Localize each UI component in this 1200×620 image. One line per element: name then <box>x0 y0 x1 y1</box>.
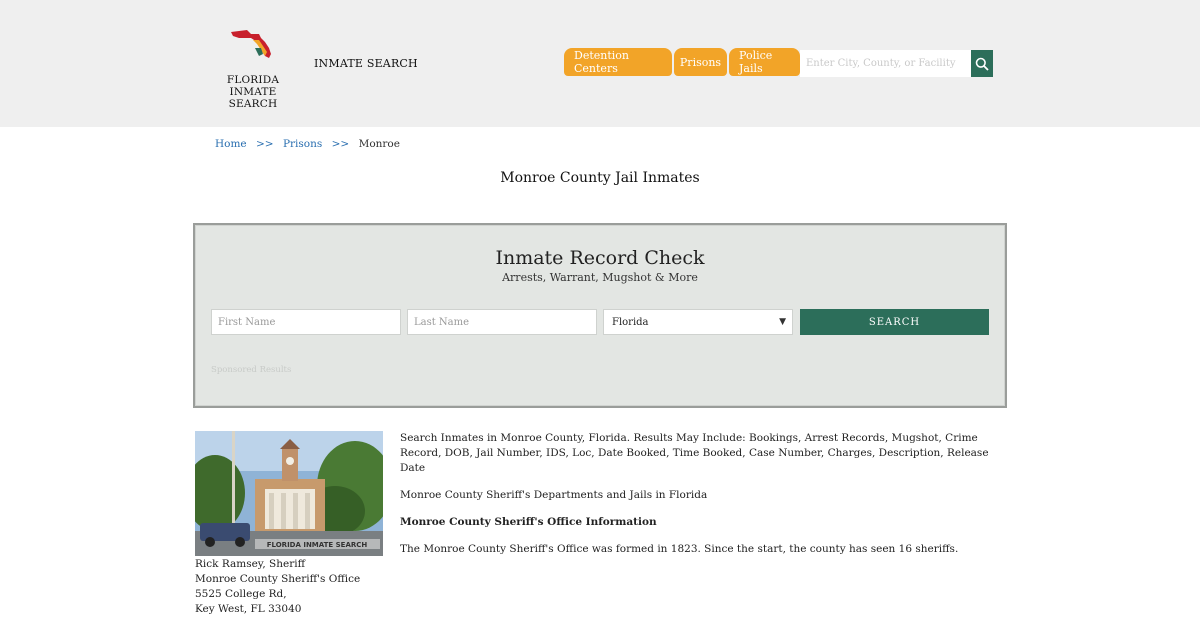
office-street: 5525 College Rd, <box>195 588 287 600</box>
last-name-field[interactable] <box>407 309 597 335</box>
record-search-button[interactable]: SEARCH <box>800 309 989 335</box>
logo-line1: FLORIDA <box>226 74 280 86</box>
nav-detention-centers[interactable]: Detention Centers <box>564 48 672 76</box>
site-title[interactable]: INMATE SEARCH <box>314 57 418 70</box>
departments-paragraph: Monroe County Sheriff's Departments and … <box>400 489 708 501</box>
history-paragraph: The Monroe County Sheriff's Office was f… <box>400 543 959 555</box>
main-nav: Detention Centers Prisons Police Jails <box>564 48 800 76</box>
site-header: FLORIDA INMATE SEARCH INMATE SEARCH Dete… <box>0 0 1200 127</box>
panel-subtitle: Arrests, Warrant, Mugshot & More <box>502 271 698 284</box>
nav-prisons[interactable]: Prisons <box>674 48 727 76</box>
facility-search-button[interactable] <box>971 50 993 77</box>
first-name-field[interactable] <box>211 309 401 335</box>
facility-search-input[interactable] <box>800 50 972 77</box>
county-content: Search Inmates in Monroe County, Florida… <box>400 431 990 569</box>
sheriff-contact: Rick Ramsey, Sheriff Monroe County Sheri… <box>195 557 360 617</box>
search-icon <box>975 57 989 71</box>
site-logo[interactable]: FLORIDA INMATE SEARCH <box>205 26 301 110</box>
breadcrumb: Home >> Prisons >> Monroe <box>215 138 400 150</box>
courthouse-photo: FLORIDA INMATE SEARCH <box>195 431 383 556</box>
state-select-value: Florida <box>612 316 649 328</box>
intro-paragraph: Search Inmates in Monroe County, Florida… <box>400 432 989 474</box>
office-city: Key West, FL 33040 <box>195 603 302 615</box>
sheriff-name: Rick Ramsey, Sheriff <box>195 558 306 570</box>
nav-police-jails[interactable]: Police Jails <box>729 48 800 76</box>
breadcrumb-current: Monroe <box>358 138 400 150</box>
courthouse-image: FLORIDA INMATE SEARCH <box>195 431 383 556</box>
panel-title: Inmate Record Check <box>495 247 705 269</box>
breadcrumb-prisons[interactable]: Prisons <box>283 138 322 150</box>
photo-watermark: FLORIDA INMATE SEARCH <box>267 541 368 549</box>
office-info-heading: Monroe County Sheriff's Office Informati… <box>400 516 657 528</box>
sponsored-results-label: Sponsored Results <box>211 365 292 375</box>
florida-map-icon <box>231 30 271 58</box>
chevron-down-icon: ▼ <box>779 317 786 327</box>
page-title: Monroe County Jail Inmates <box>500 170 700 186</box>
state-select[interactable]: Florida ▼ <box>603 309 793 335</box>
breadcrumb-home[interactable]: Home <box>215 138 247 150</box>
breadcrumb-separator: >> <box>256 138 274 150</box>
inmate-record-check-panel: Inmate Record Check Arrests, Warrant, Mu… <box>193 223 1007 408</box>
office-name: Monroe County Sheriff's Office <box>195 573 361 585</box>
logo-line2: INMATE SEARCH <box>228 86 278 110</box>
breadcrumb-separator: >> <box>331 138 350 150</box>
